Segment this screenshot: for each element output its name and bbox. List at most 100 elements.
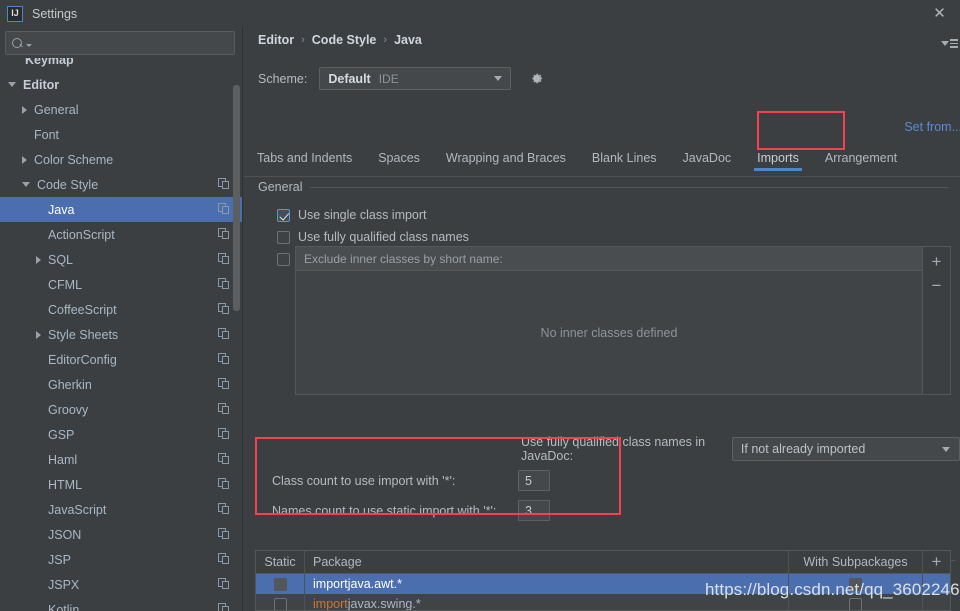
copy-scheme-icon[interactable] — [218, 403, 230, 415]
tab-overflow-icon[interactable] — [941, 39, 958, 48]
copy-scheme-icon[interactable] — [218, 253, 230, 265]
settings-tree: Keymap Editor General Font Color Scheme Code… — [0, 58, 242, 611]
column-header-package[interactable]: Package — [305, 551, 789, 573]
tab-spaces[interactable]: Spaces — [365, 140, 433, 176]
sidebar-item-general[interactable]: General — [0, 97, 242, 122]
sidebar-item-javascript[interactable]: JavaScript — [0, 497, 242, 522]
scheme-value: Default — [328, 71, 371, 86]
names-count-label: Names count to use static import with '*… — [272, 503, 497, 518]
class-count-label: Class count to use import with '*': — [272, 473, 456, 488]
names-count-row: Names count to use static import with '*… — [272, 500, 550, 521]
intellij-logo-icon: IJ — [7, 5, 23, 22]
copy-scheme-icon[interactable] — [218, 553, 230, 565]
chevron-down-icon[interactable] — [22, 182, 30, 187]
sidebar-item-style-sheets[interactable]: Style Sheets — [0, 322, 242, 347]
sidebar-item-haml[interactable]: Haml — [0, 447, 242, 472]
chevron-down-icon[interactable] — [8, 82, 16, 87]
sidebar-item-editor[interactable]: Editor — [0, 72, 242, 97]
copy-scheme-icon[interactable] — [218, 528, 230, 540]
sidebar-item-gherkin[interactable]: Gherkin — [0, 372, 242, 397]
copy-scheme-icon[interactable] — [218, 478, 230, 490]
sidebar-item-editorconfig[interactable]: EditorConfig — [0, 347, 242, 372]
settings-content: Editor › Code Style › Java Scheme: Defau… — [244, 27, 960, 611]
sidebar-item-cfml[interactable]: CFML — [0, 272, 242, 297]
copy-scheme-icon[interactable] — [218, 228, 230, 240]
copy-scheme-icon[interactable] — [218, 503, 230, 515]
sidebar-item-actionscript[interactable]: ActionScript — [0, 222, 242, 247]
chevron-right-icon[interactable] — [36, 330, 41, 339]
javadoc-fqn-row: Use fully qualified class names in JavaD… — [521, 435, 960, 463]
sidebar-item-code-style[interactable]: Code Style — [0, 172, 242, 197]
search-input[interactable] — [35, 36, 234, 50]
sidebar-item-kotlin[interactable]: Kotlin — [0, 597, 242, 611]
tab-arrangement[interactable]: Arrangement — [812, 140, 910, 176]
copy-scheme-icon[interactable] — [218, 428, 230, 440]
copy-scheme-icon[interactable] — [218, 203, 230, 215]
copy-scheme-icon[interactable] — [218, 328, 230, 340]
tab-imports[interactable]: Imports — [744, 140, 812, 176]
tab-tabs-and-indents[interactable]: Tabs and Indents — [244, 140, 365, 176]
scheme-dropdown[interactable]: Default IDE — [319, 67, 512, 90]
window-title: Settings — [32, 6, 78, 21]
checkbox-use-fully-qualified-class-names[interactable]: Use fully qualified class names — [277, 230, 469, 244]
search-dropdown-caret-icon[interactable] — [26, 43, 32, 47]
javadoc-fqn-dropdown[interactable]: If not already imported — [731, 437, 960, 461]
sidebar-item-html[interactable]: HTML — [0, 472, 242, 497]
chevron-right-icon[interactable] — [22, 105, 27, 114]
tab-wrapping-and-braces[interactable]: Wrapping and Braces — [433, 140, 579, 176]
copy-scheme-icon[interactable] — [218, 178, 230, 190]
sidebar-scrollbar[interactable] — [233, 85, 240, 311]
checkbox-box[interactable] — [273, 577, 287, 591]
remove-inner-class-button[interactable]: − — [924, 273, 950, 297]
sidebar-item-jsp[interactable]: JSP — [0, 547, 242, 572]
checkbox-box[interactable] — [273, 597, 287, 610]
column-header-static[interactable]: Static — [256, 551, 305, 573]
row-static-checkbox[interactable] — [256, 594, 305, 610]
copy-scheme-icon[interactable] — [218, 603, 230, 611]
column-header-with-subpackages[interactable]: With Subpackages — [789, 551, 923, 573]
copy-scheme-icon[interactable] — [218, 378, 230, 390]
tab-javadoc[interactable]: JavaDoc — [670, 140, 745, 176]
sidebar-item-java[interactable]: Java — [0, 197, 242, 222]
chevron-right-icon[interactable] — [36, 255, 41, 264]
tree-clipped-item-keymap[interactable]: Keymap — [0, 58, 242, 72]
names-count-input[interactable]: 3 — [518, 500, 550, 521]
class-count-input[interactable]: 5 — [518, 470, 550, 491]
add-inner-class-button[interactable]: + — [924, 249, 950, 273]
package-keyword: import — [313, 577, 348, 591]
checkbox-box[interactable] — [277, 252, 290, 266]
sidebar-item-label: Groovy — [48, 402, 89, 417]
sidebar-item-gsp[interactable]: GSP — [0, 422, 242, 447]
sidebar-item-label: Editor — [23, 77, 60, 92]
tab-label: Spaces — [378, 151, 420, 165]
sidebar-item-font[interactable]: Font — [0, 122, 242, 147]
sidebar-item-sql[interactable]: SQL — [0, 247, 242, 272]
copy-scheme-icon[interactable] — [218, 453, 230, 465]
breadcrumb-item-editor[interactable]: Editor — [258, 33, 294, 47]
copy-scheme-icon[interactable] — [218, 578, 230, 590]
breadcrumb-item-code-style[interactable]: Code Style — [312, 33, 377, 47]
sidebar-item-label: JSON — [48, 527, 82, 542]
sidebar-item-json[interactable]: JSON — [0, 522, 242, 547]
checkbox-label: Use single class import — [298, 208, 427, 222]
sidebar-item-color-scheme[interactable]: Color Scheme — [0, 147, 242, 172]
sidebar-item-groovy[interactable]: Groovy — [0, 397, 242, 422]
sidebar-item-jspx[interactable]: JSPX — [0, 572, 242, 597]
chevron-down-icon — [942, 446, 950, 452]
checkbox-use-single-class-import[interactable]: Use single class import — [277, 208, 427, 222]
search-box[interactable] — [5, 31, 235, 55]
add-package-button[interactable]: + — [923, 551, 950, 573]
copy-scheme-icon[interactable] — [218, 278, 230, 290]
gear-icon[interactable] — [527, 70, 545, 88]
sidebar-item-coffeescript[interactable]: CoffeeScript — [0, 297, 242, 322]
copy-scheme-icon[interactable] — [218, 353, 230, 365]
breadcrumb-item-java[interactable]: Java — [394, 33, 422, 47]
row-static-checkbox[interactable] — [256, 574, 305, 594]
set-from-link[interactable]: Set from... — [904, 120, 960, 134]
close-icon[interactable]: ✕ — [931, 5, 948, 22]
copy-scheme-icon[interactable] — [218, 303, 230, 315]
checkbox-box[interactable] — [277, 208, 290, 222]
chevron-right-icon[interactable] — [22, 155, 27, 164]
checkbox-box[interactable] — [277, 230, 290, 244]
tab-blank-lines[interactable]: Blank Lines — [579, 140, 670, 176]
